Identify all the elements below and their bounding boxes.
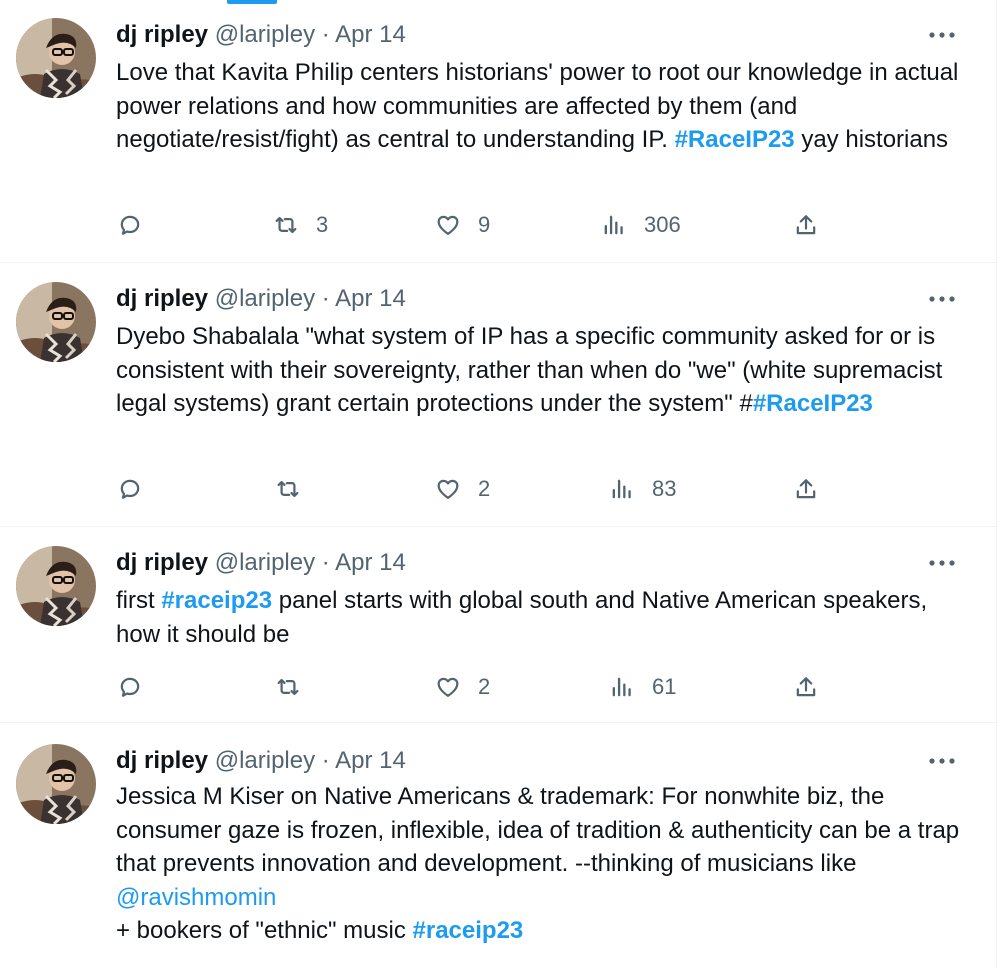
avatar[interactable] bbox=[16, 744, 96, 824]
views-icon bbox=[612, 479, 631, 499]
heart-icon bbox=[437, 215, 459, 235]
views-button[interactable]: 61 bbox=[608, 667, 676, 707]
more-button[interactable] bbox=[924, 746, 960, 776]
separator: · bbox=[321, 549, 330, 576]
reply-icon bbox=[120, 215, 140, 235]
tweet[interactable]: dj ripley @laripley · Apr 14 Jessica M K… bbox=[0, 722, 996, 968]
hashtag-link[interactable]: #raceip23 bbox=[161, 587, 272, 614]
more-icon bbox=[929, 296, 955, 302]
like-count: 9 bbox=[478, 212, 491, 237]
share-icon bbox=[796, 479, 816, 499]
author-handle[interactable]: @laripley bbox=[215, 285, 315, 312]
more-icon bbox=[929, 560, 955, 566]
more-button[interactable] bbox=[924, 284, 960, 314]
heart-icon bbox=[437, 677, 459, 697]
text-segment: Jessica M Kiser on Native Americans & tr… bbox=[116, 783, 960, 877]
reply-icon bbox=[120, 677, 140, 697]
timeline-border bbox=[996, 0, 997, 968]
views-button[interactable]: 83 bbox=[608, 469, 676, 509]
separator: · bbox=[321, 21, 330, 48]
tweet-header: dj ripley @laripley · Apr 14 bbox=[116, 284, 406, 314]
text-segment: yay historians bbox=[794, 126, 949, 153]
tweet-text: Love that Kavita Philip centers historia… bbox=[116, 56, 976, 157]
more-icon bbox=[929, 758, 955, 764]
retweet-count: 3 bbox=[316, 212, 329, 237]
tweet-actions: 3 9 306 bbox=[116, 205, 836, 245]
author-handle[interactable]: @laripley bbox=[215, 549, 315, 576]
share-icon bbox=[796, 215, 816, 235]
separator: · bbox=[321, 285, 330, 312]
author-handle[interactable]: @laripley bbox=[215, 21, 315, 48]
retweet-button[interactable]: 3 bbox=[272, 205, 328, 245]
retweet-button[interactable] bbox=[274, 469, 318, 509]
separator: · bbox=[321, 747, 330, 774]
tweet-text: Dyebo Shabalala "what system of IP has a… bbox=[116, 320, 976, 421]
like-count: 2 bbox=[478, 674, 491, 699]
tweet[interactable]: dj ripley @laripley · Apr 14 Dyebo Shaba… bbox=[0, 262, 996, 527]
tweet-text: first #raceip23 panel starts with global… bbox=[116, 584, 976, 651]
mention-link[interactable]: @ravishmomin bbox=[116, 884, 276, 911]
views-count: 306 bbox=[644, 212, 681, 237]
text-segment: first bbox=[116, 587, 162, 614]
views-icon bbox=[612, 677, 631, 697]
reply-button[interactable] bbox=[116, 667, 160, 707]
retweet-button[interactable] bbox=[274, 667, 318, 707]
more-button[interactable] bbox=[924, 20, 960, 50]
share-button[interactable] bbox=[792, 667, 820, 707]
like-button[interactable]: 2 bbox=[434, 469, 490, 509]
author-name[interactable]: dj ripley bbox=[116, 21, 208, 48]
tweet-date[interactable]: Apr 14 bbox=[335, 549, 406, 576]
retweet-icon bbox=[277, 678, 299, 696]
tweet-date[interactable]: Apr 14 bbox=[335, 747, 406, 774]
retweet-icon bbox=[277, 480, 299, 498]
avatar[interactable] bbox=[16, 18, 96, 98]
tweet-header: dj ripley @laripley · Apr 14 bbox=[116, 548, 406, 578]
author-handle[interactable]: @laripley bbox=[215, 747, 315, 774]
tweet-date[interactable]: Apr 14 bbox=[335, 285, 406, 312]
tweet-text: Jessica M Kiser on Native Americans & tr… bbox=[116, 780, 976, 948]
tweet-header: dj ripley @laripley · Apr 14 bbox=[116, 20, 406, 50]
heart-icon bbox=[437, 479, 459, 499]
tweet[interactable]: dj ripley @laripley · Apr 14 Love that K… bbox=[0, 0, 996, 263]
views-icon bbox=[604, 215, 623, 235]
reply-button[interactable] bbox=[116, 469, 160, 509]
reply-icon bbox=[120, 479, 140, 499]
author-name[interactable]: dj ripley bbox=[116, 747, 208, 774]
avatar[interactable] bbox=[16, 282, 96, 362]
tweet-date[interactable]: Apr 14 bbox=[335, 21, 406, 48]
hashtag-link[interactable]: #RaceIP23 bbox=[675, 126, 795, 153]
reply-button[interactable] bbox=[116, 205, 160, 245]
tweet[interactable]: dj ripley @laripley · Apr 14 first #race… bbox=[0, 526, 996, 723]
author-name[interactable]: dj ripley bbox=[116, 285, 208, 312]
like-button[interactable]: 9 bbox=[434, 205, 490, 245]
tweet-header: dj ripley @laripley · Apr 14 bbox=[116, 746, 406, 776]
retweet-icon bbox=[275, 216, 297, 234]
more-icon bbox=[929, 32, 955, 38]
hashtag-link[interactable]: #raceip23 bbox=[413, 917, 524, 944]
like-count: 2 bbox=[478, 476, 491, 501]
tweet-actions: 2 83 bbox=[116, 469, 836, 509]
tweet-actions: 2 61 bbox=[116, 667, 836, 707]
views-button[interactable]: 306 bbox=[600, 205, 681, 245]
like-button[interactable]: 2 bbox=[434, 667, 490, 707]
more-button[interactable] bbox=[924, 548, 960, 578]
author-name[interactable]: dj ripley bbox=[116, 549, 208, 576]
text-segment: + bookers of "ethnic" music bbox=[116, 917, 413, 944]
views-count: 61 bbox=[652, 674, 677, 699]
avatar[interactable] bbox=[16, 546, 96, 626]
views-count: 83 bbox=[652, 476, 677, 501]
share-button[interactable] bbox=[792, 469, 820, 509]
share-button[interactable] bbox=[792, 205, 820, 245]
hashtag-link[interactable]: #RaceIP23 bbox=[753, 390, 873, 417]
share-icon bbox=[796, 677, 816, 697]
